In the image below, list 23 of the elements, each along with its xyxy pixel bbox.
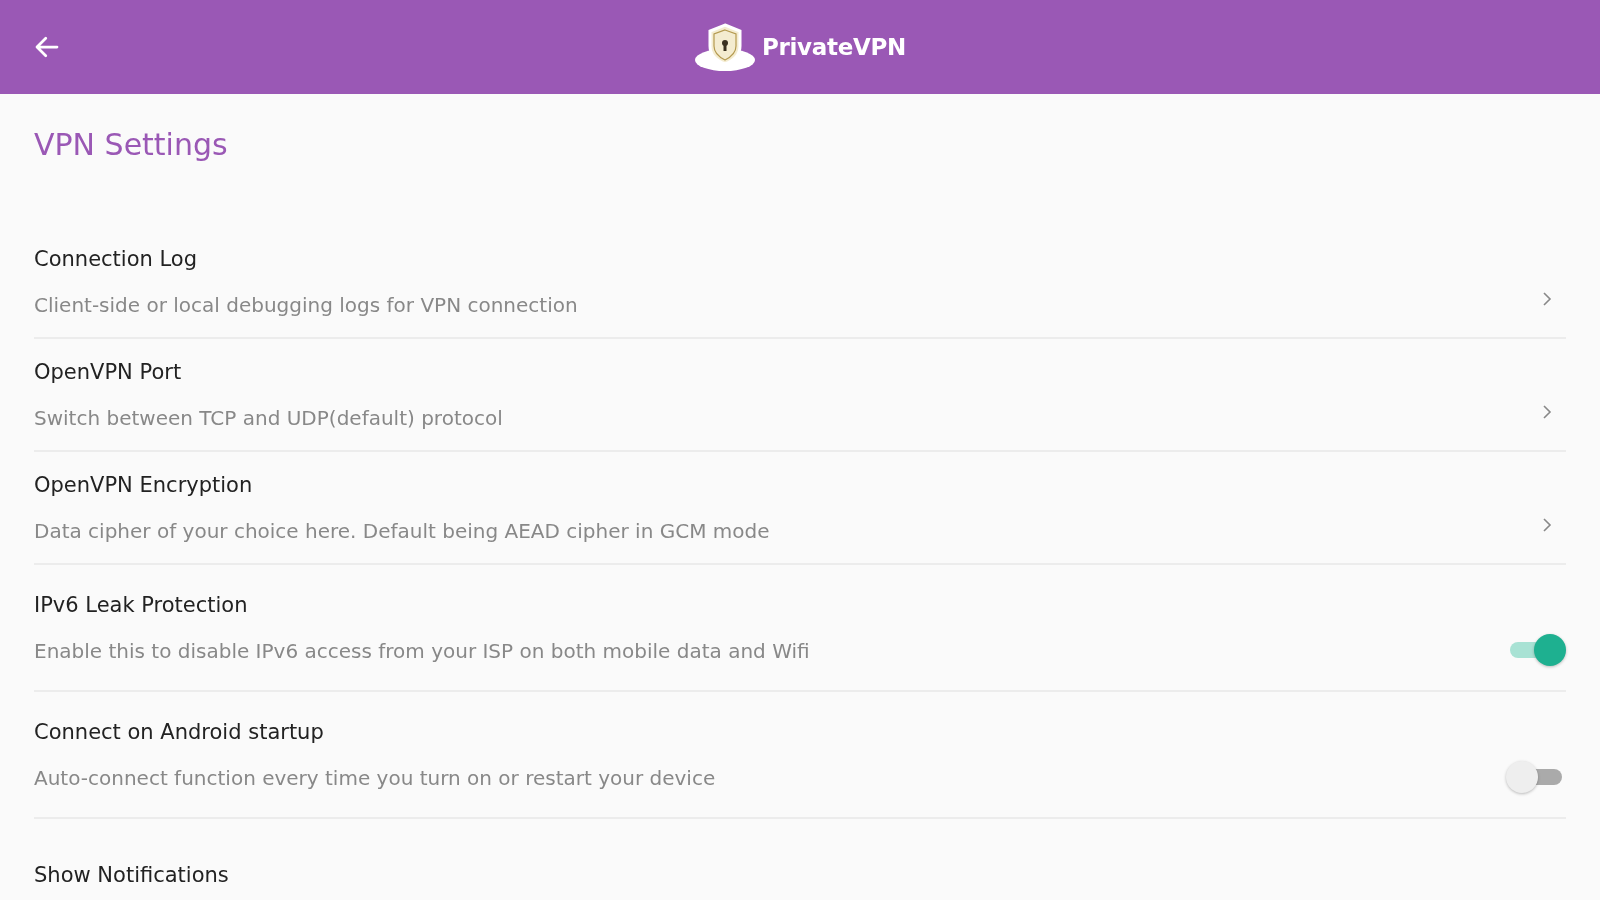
setting-row[interactable]: Connection Log Client-side or local debugging logs for VPN connection xyxy=(34,226,1566,339)
setting-row[interactable]: Show Notifications xyxy=(34,819,1566,900)
setting-row[interactable]: OpenVPN Port Switch between TCP and UDP(default) protocol xyxy=(34,339,1566,452)
setting-title: IPv6 Leak Protection xyxy=(34,592,249,617)
brand-name: PrivateVPN xyxy=(761,34,907,60)
setting-title: Connection Log xyxy=(34,246,198,271)
setting-description: Client-side or local debugging logs for VPN connection xyxy=(34,292,578,317)
shield-logo-icon xyxy=(693,22,756,72)
page-title: VPN Settings xyxy=(34,126,229,164)
setting-row[interactable]: Connect on Android startup Auto-connect function every time you turn on or restart your device xyxy=(34,692,1566,819)
setting-row[interactable]: OpenVPN Encryption Data cipher of your choice here. Default being AEAD cipher in GCM mode xyxy=(34,452,1566,565)
setting-description: Switch between TCP and UDP(default) protocol xyxy=(34,405,503,430)
chevron-right-icon xyxy=(1542,290,1552,307)
setting-description: Auto-connect function every time you turn on or restart your device xyxy=(34,765,716,790)
setting-title: Show Notifications xyxy=(34,862,229,887)
setting-title: Connect on Android startup xyxy=(34,719,325,744)
chevron-right-icon xyxy=(1542,516,1552,533)
setting-title: OpenVPN Port xyxy=(34,359,183,384)
setting-description: Data cipher of your choice here. Default being AEAD cipher in GCM mode xyxy=(34,518,770,543)
setting-title: OpenVPN Encryption xyxy=(34,472,254,497)
setting-description: Enable this to disable IPv6 access from your ISP on both mobile data and Wifi xyxy=(34,638,810,663)
setting-row[interactable]: IPv6 Leak Protection Enable this to disable IPv6 access from your ISP on both mobile data and Wifi xyxy=(34,565,1566,692)
chevron-right-icon xyxy=(1542,403,1552,420)
